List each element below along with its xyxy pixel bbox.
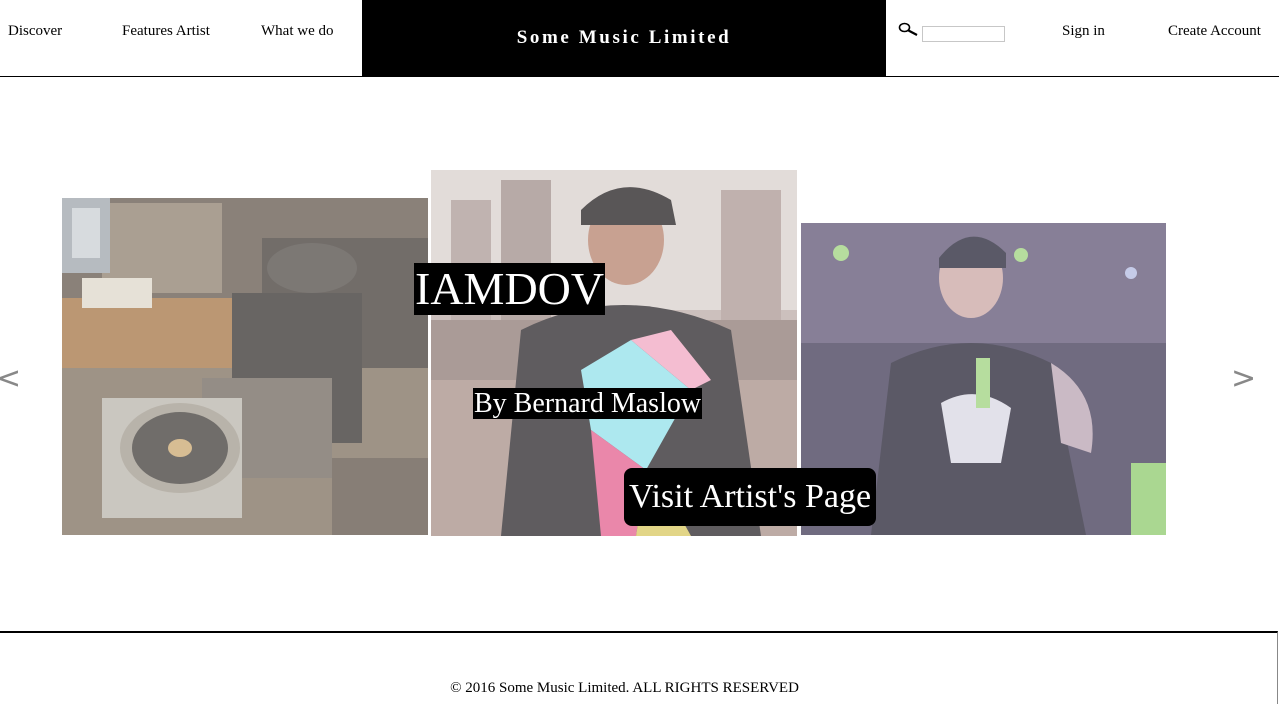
artist-byline: By Bernard Maslow — [473, 388, 703, 419]
nav-discover[interactable]: Discover — [8, 22, 62, 40]
carousel-next-button[interactable]: > — [1231, 364, 1256, 394]
search-icon[interactable] — [898, 22, 918, 38]
brand-title: Some Music Limited — [516, 26, 732, 48]
search-input[interactable] — [922, 26, 1005, 42]
page: Discover Features Artist What we do Some… — [0, 0, 1279, 704]
carousel-prev-button[interactable]: < — [0, 364, 21, 394]
site-header: Discover Features Artist What we do Some… — [0, 0, 1279, 77]
artist-name: IAMDOV — [414, 263, 606, 315]
visit-artist-button[interactable]: Visit Artist's Page — [624, 468, 876, 526]
create-account-link[interactable]: Create Account — [1168, 22, 1261, 40]
artist-photo-studio[interactable] — [62, 198, 428, 535]
artist-carousel: < > IAMDOV By Bernard Maslow Visit Artis… — [0, 77, 1279, 632]
site-footer: © 2016 Some Music Limited. ALL RIGHTS RE… — [0, 631, 1278, 704]
nav-what-we-do[interactable]: What we do — [261, 22, 333, 40]
brand-logo[interactable]: Some Music Limited — [362, 0, 886, 77]
copyright-text: © 2016 Some Music Limited. ALL RIGHTS RE… — [450, 680, 799, 696]
nav-features-artist[interactable]: Features Artist — [122, 22, 210, 40]
sign-in-link[interactable]: Sign in — [1062, 22, 1105, 40]
